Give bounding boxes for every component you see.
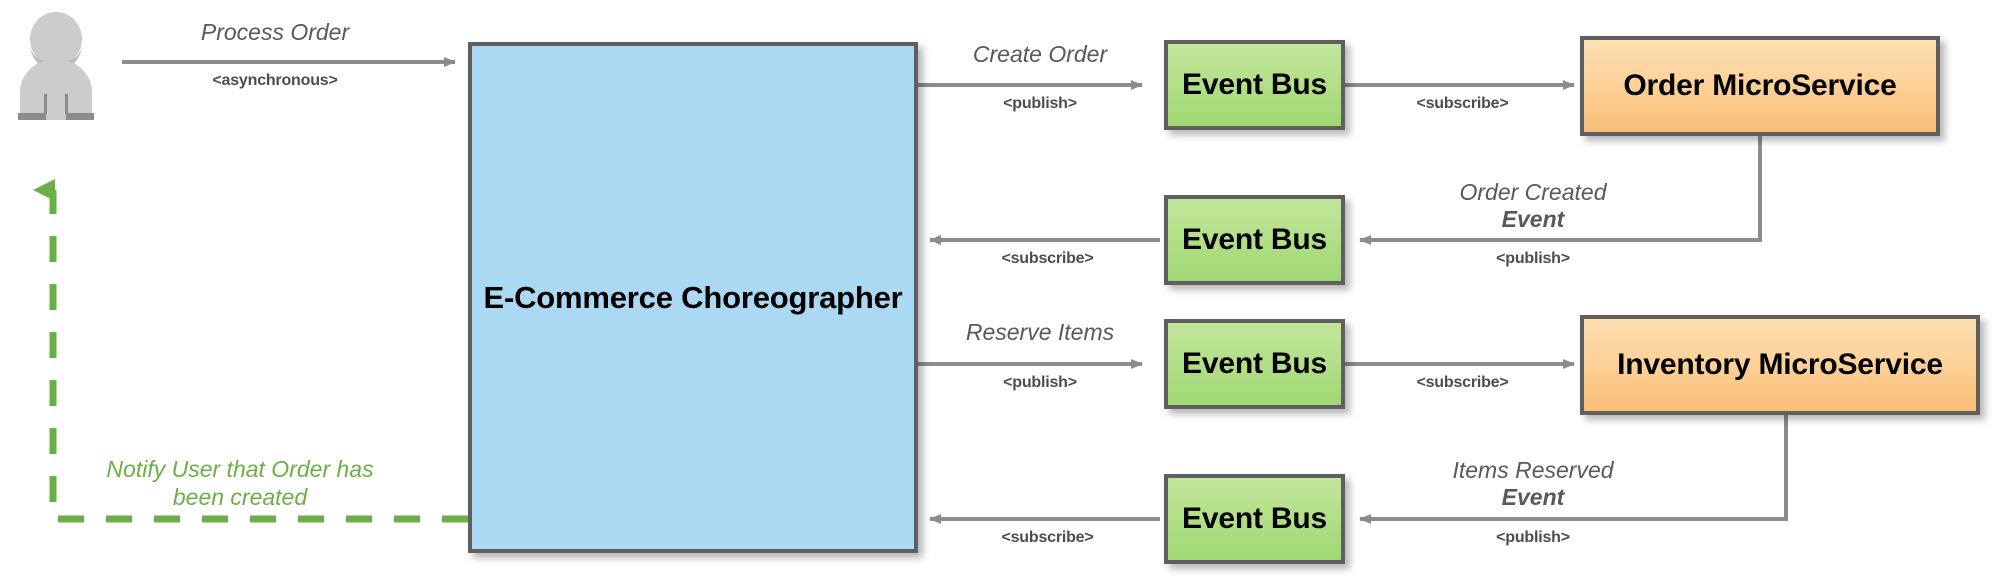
node-event-bus-2[interactable]: Event Bus [1164, 195, 1345, 285]
label-process-order-sub: <asynchronous> [212, 72, 338, 89]
event-bus-2-label: Event Bus [1182, 223, 1327, 256]
label-items-reserved-main: Items Reserved [1452, 457, 1614, 483]
event-bus-1-label: Event Bus [1182, 68, 1327, 101]
label-reserve-items-sub: <publish> [1003, 374, 1077, 391]
node-order-microservice[interactable]: Order MicroService [1580, 36, 1940, 136]
label-reserve-items-main: Reserve Items [965, 319, 1115, 345]
label-inventory-subscribe-sub: <subscribe> [1416, 374, 1509, 391]
diagram-canvas: E-Commerce Choreographer Event Bus Event… [0, 0, 2000, 580]
node-event-bus-3[interactable]: Event Bus [1164, 319, 1345, 409]
person-icon [18, 12, 94, 120]
choreographer-label: E-Commerce Choreographer [483, 279, 903, 315]
label-notify-user-line1: Notify User that Order has [106, 456, 374, 482]
event-bus-3-label: Event Bus [1182, 347, 1327, 380]
label-order-created-main: Order Created [1459, 179, 1607, 205]
inventory-microservice-label: Inventory MicroService [1617, 348, 1943, 381]
label-order-created-sub: <publish> [1496, 250, 1570, 267]
node-event-bus-4[interactable]: Event Bus [1164, 474, 1345, 564]
label-create-order-main: Create Order [972, 41, 1108, 67]
label-choreographer-subscribe-1-sub: <subscribe> [1001, 250, 1094, 267]
node-inventory-microservice[interactable]: Inventory MicroService [1580, 315, 1980, 415]
event-bus-4-label: Event Bus [1182, 502, 1327, 535]
label-items-reserved-sub: <publish> [1496, 529, 1570, 546]
label-items-reserved-emphasis: Event [1501, 484, 1565, 510]
order-microservice-label: Order MicroService [1623, 69, 1897, 102]
label-choreographer-subscribe-2-sub: <subscribe> [1001, 529, 1094, 546]
label-create-order-sub: <publish> [1003, 95, 1077, 112]
label-process-order-main: Process Order [200, 19, 350, 45]
label-order-created-emphasis: Event [1501, 206, 1565, 232]
label-order-subscribe-sub: <subscribe> [1416, 95, 1509, 112]
label-notify-user-line2: been created [172, 484, 308, 510]
user-actor [10, 12, 102, 122]
node-choreographer[interactable]: E-Commerce Choreographer [468, 42, 918, 553]
node-event-bus-1[interactable]: Event Bus [1164, 40, 1345, 130]
